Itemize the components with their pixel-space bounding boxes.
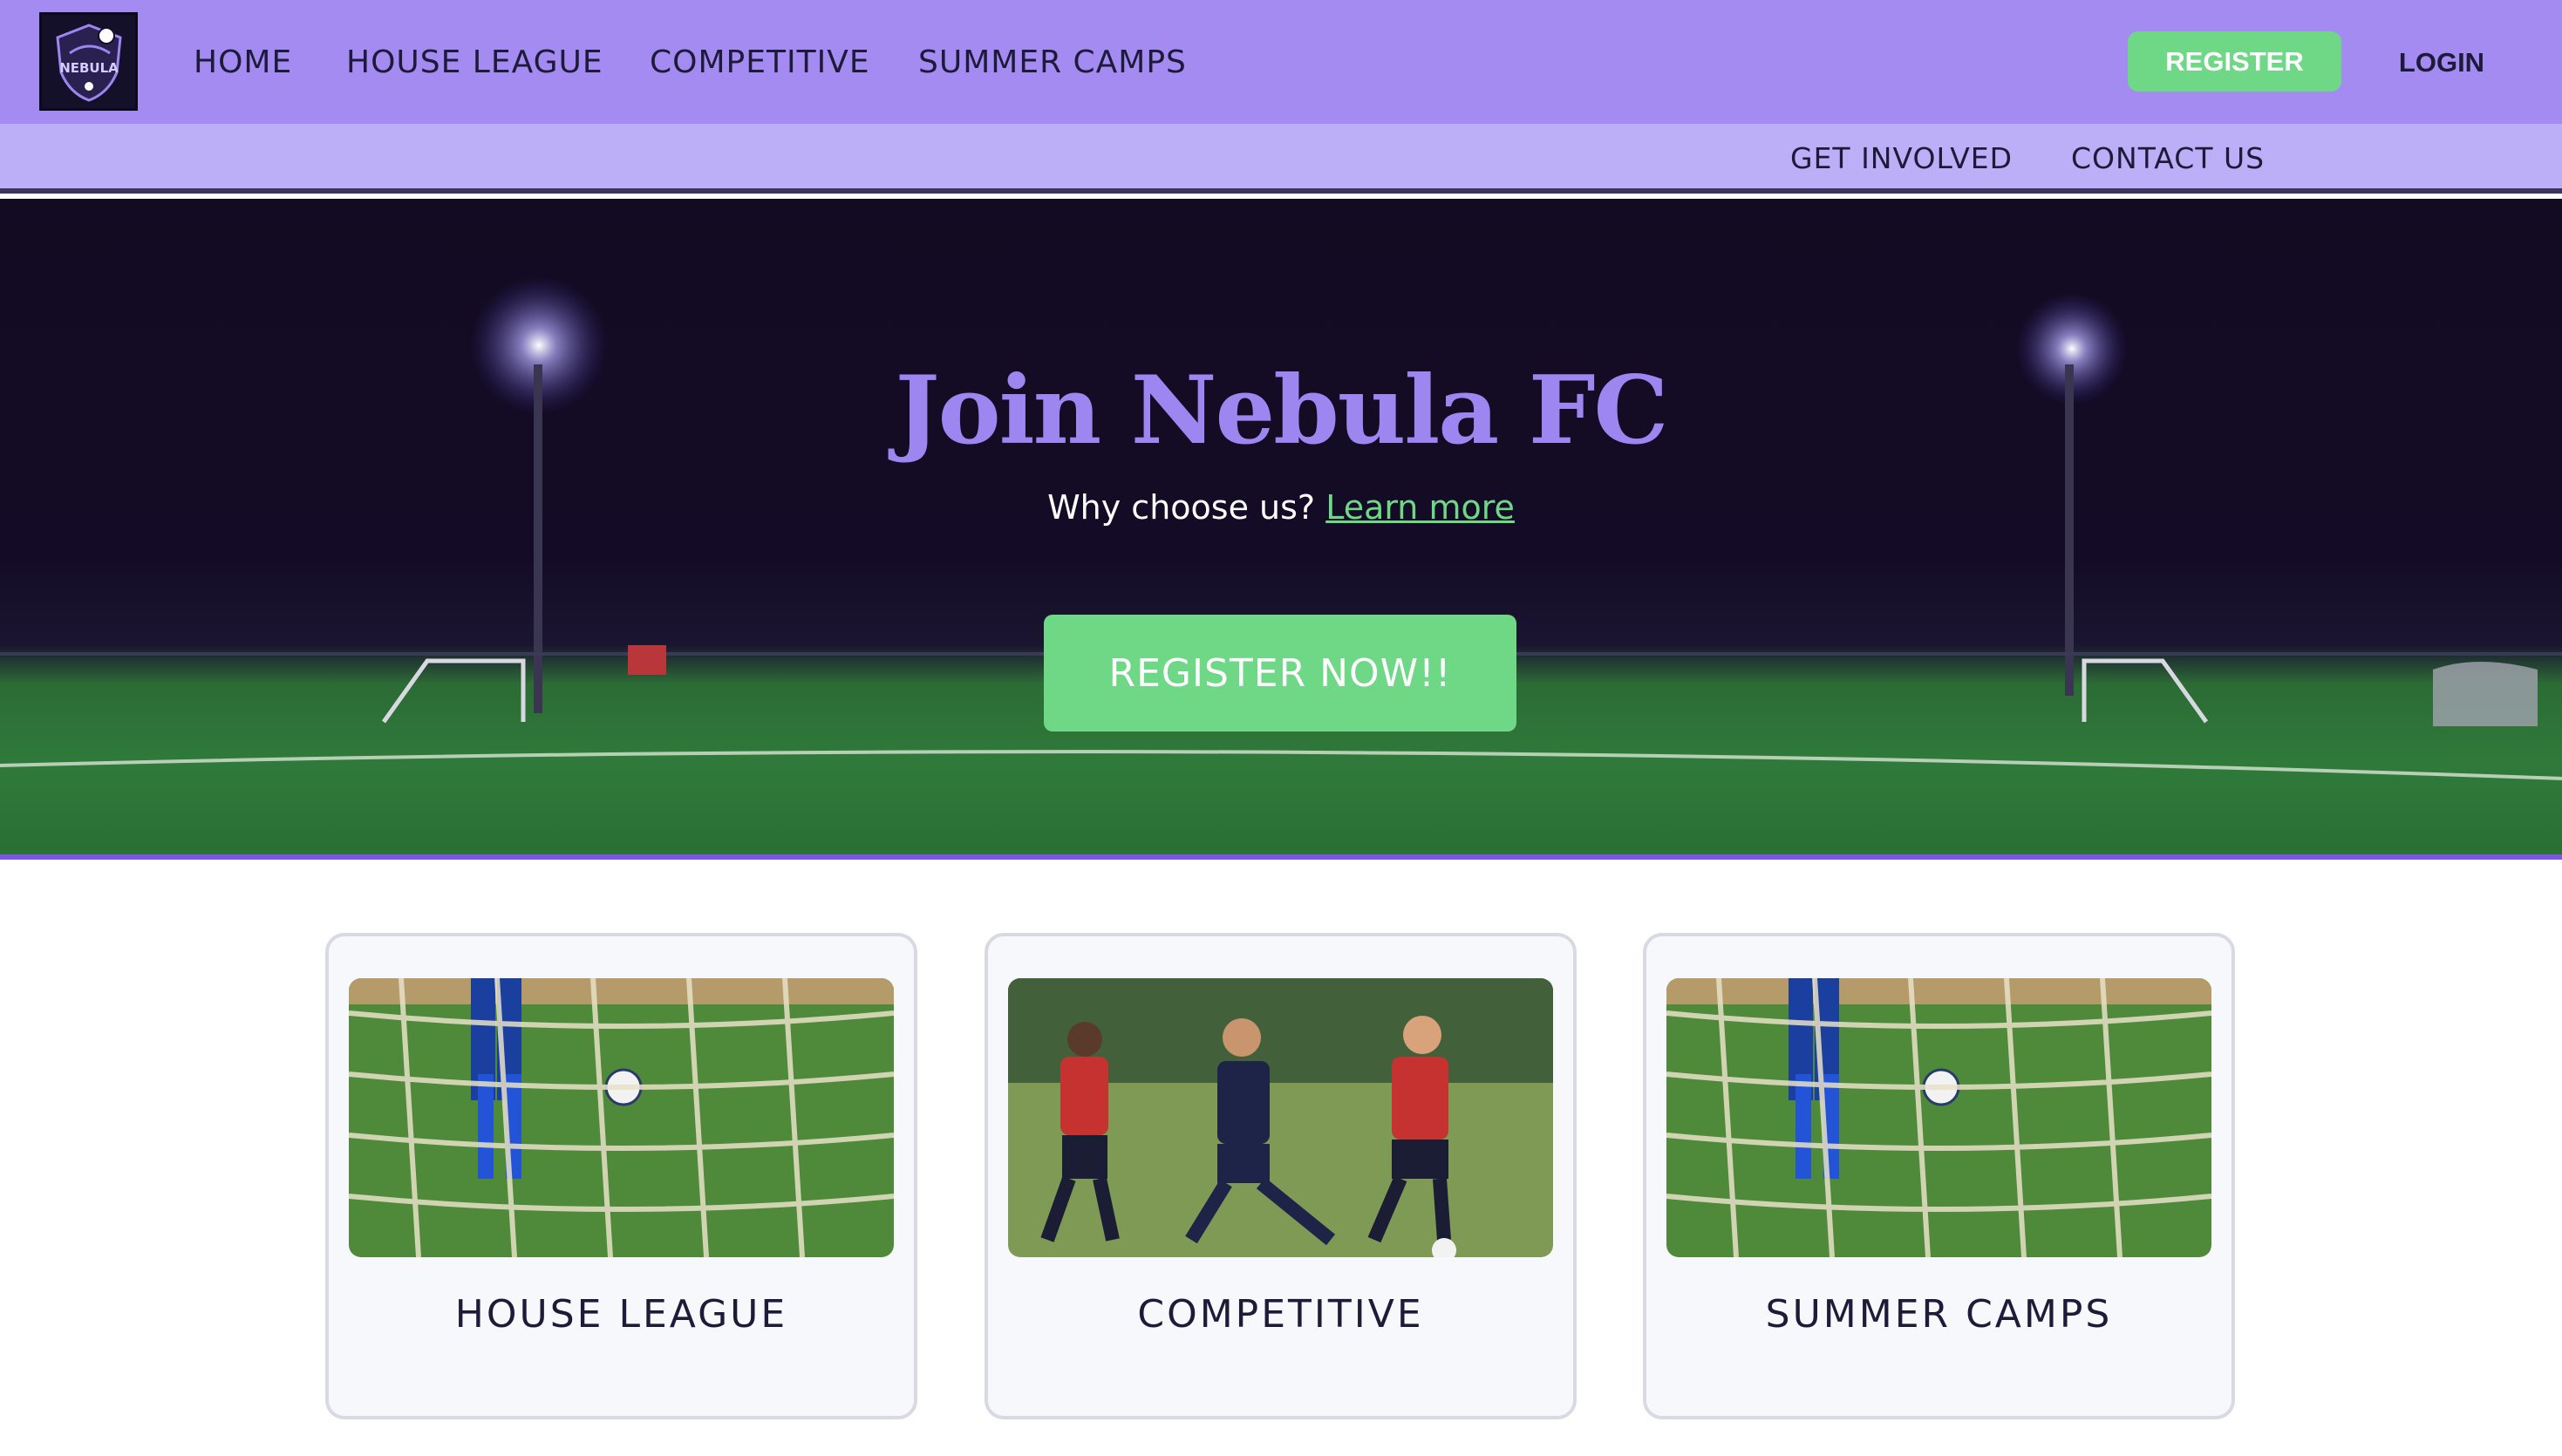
card-summer-camps[interactable]: SUMMER CAMPS [1643,933,2235,1419]
nav-contact-us[interactable]: CONTACT US [2071,134,2265,183]
hero-subtitle: Why choose us? Learn more [0,488,2562,527]
card-title: COMPETITIVE [1137,1292,1424,1337]
nav-summer-camps[interactable]: SUMMER CAMPS [918,38,1187,87]
svg-text:NEBULA: NEBULA [59,60,119,76]
learn-more-link[interactable]: Learn more [1325,488,1515,527]
register-button[interactable]: REGISTER [2128,31,2341,92]
nav-competitive[interactable]: COMPETITIVE [650,38,870,87]
secondary-navbar: GET INVOLVED CONTACT US [0,124,2562,194]
register-now-button[interactable]: REGISTER NOW!! [1044,615,1516,731]
nav-home[interactable]: HOME [194,38,292,87]
goal-net-soccer-photo [349,978,894,1257]
hero-banner: Join Nebula FC Why choose us? Learn more… [0,199,2562,860]
hero-title: Join Nebula FC [895,356,1669,466]
top-navbar: NEBULA HOME HOUSE LEAGUE COMPETITIVE SUM… [0,0,2562,124]
stadium-night-background [0,276,2562,780]
goal-net-soccer-photo [1666,978,2211,1257]
card-house-league[interactable]: HOUSE LEAGUE [325,933,917,1419]
card-title: SUMMER CAMPS [1765,1292,2113,1337]
nebula-logo[interactable]: NEBULA [39,12,138,111]
players-tackle-soccer-photo [1008,978,1553,1257]
card-title: HOUSE LEAGUE [454,1292,788,1337]
soccer-crest-icon: NEBULA [55,23,122,102]
nav-get-involved[interactable]: GET INVOLVED [1790,134,2013,183]
card-competitive[interactable]: COMPETITIVE [985,933,1577,1419]
hero-subtitle-text: Why choose us? [1047,488,1316,527]
login-link[interactable]: LOGIN [2372,38,2511,87]
nav-house-league[interactable]: HOUSE LEAGUE [346,38,603,87]
